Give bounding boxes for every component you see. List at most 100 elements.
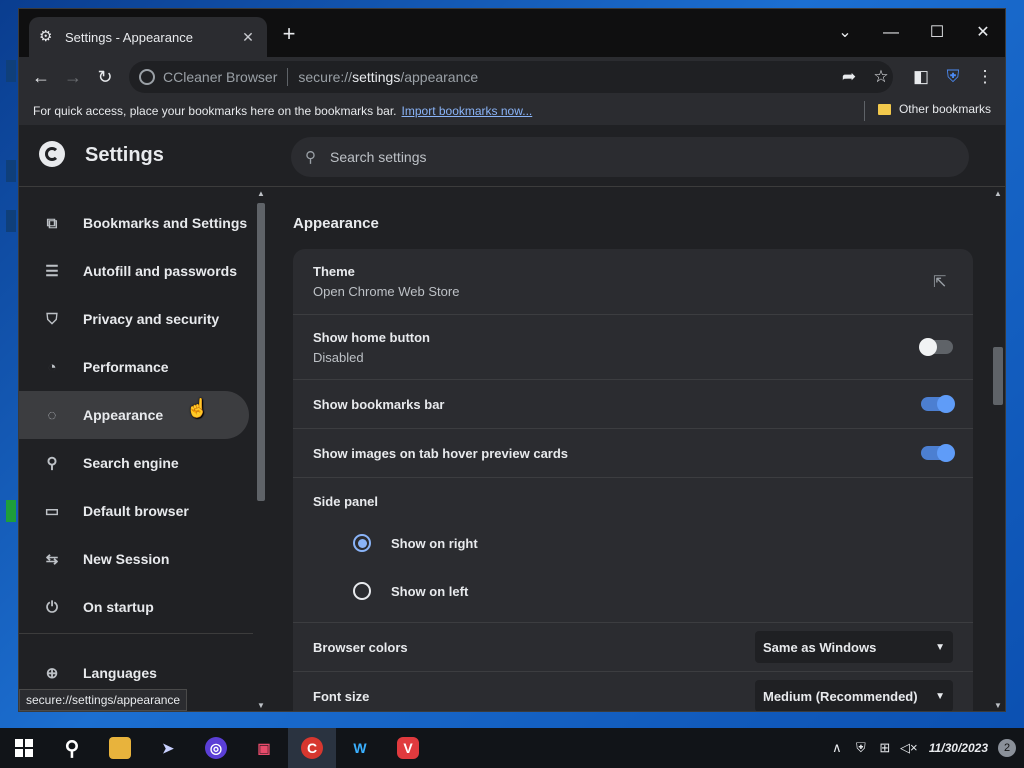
bookmark-star-icon[interactable]: ☆ [869, 65, 893, 89]
new-tab-button[interactable]: + [277, 23, 301, 47]
back-button[interactable]: ← [27, 63, 55, 91]
home-button-row: Show home button Disabled [293, 315, 973, 380]
side-panel-left-label: Show on left [391, 583, 469, 599]
taskbar-search-button[interactable]: ⚲ [48, 728, 96, 768]
desktop-icon-fragment [6, 60, 16, 82]
sidebar-scrollbar[interactable]: ▲ ▼ [255, 187, 267, 711]
side-panel-icon[interactable]: ◧ [909, 65, 933, 89]
bookmark-icon: ⧉ [46, 214, 58, 232]
tab-hover-toggle[interactable] [921, 444, 955, 462]
taskbar-app-globe[interactable]: ◎ [192, 728, 240, 768]
external-link-icon[interactable]: ⇱ [933, 272, 953, 292]
taskbar-app-ccleaner[interactable]: C [288, 728, 336, 768]
sidebar-item-appearance[interactable]: ◌ Appearance [19, 391, 249, 439]
other-bookmarks-button[interactable]: Other bookmarks [877, 102, 991, 116]
sidebar-item-autofill[interactable]: ☰ Autofill and passwords [19, 247, 249, 295]
taskbar-app-arrow[interactable]: ➤ [144, 728, 192, 768]
settings-search[interactable]: ⚲ [291, 137, 969, 177]
side-panel-left-option[interactable]: Show on left [313, 567, 953, 615]
main-scroll-thumb[interactable] [993, 347, 1003, 405]
palette-icon: ◌ [47, 406, 57, 424]
minimize-button[interactable]: — [873, 17, 909, 49]
font-size-select[interactable]: Medium (Recommended) ▼ [755, 680, 953, 711]
close-tab-icon[interactable]: ✕ [239, 29, 257, 46]
sidebar-item-label: Privacy and security [83, 311, 220, 327]
sidebar-item-performance[interactable]: ◔ Performance [19, 343, 249, 391]
active-tab[interactable]: ⚙ Settings - Appearance ✕ [29, 17, 267, 57]
sidebar-scroll-thumb[interactable] [257, 203, 265, 501]
settings-sidebar: ⧉ Bookmarks and Settings ☰ Autofill and … [19, 187, 267, 711]
tab-hover-row: Show images on tab hover preview cards [293, 429, 973, 478]
pointer-app-icon: ➤ [162, 739, 174, 756]
bookmarks-bar-toggle[interactable] [921, 395, 955, 413]
sidebar-item-on-startup[interactable]: ⏻ On startup [19, 583, 249, 631]
taskbar-app-recorder[interactable]: ▣ [240, 728, 288, 768]
menu-kebab-icon[interactable]: ⋮ [973, 65, 997, 89]
ccleaner-icon [139, 69, 155, 85]
taskbar-app-w[interactable]: W [336, 728, 384, 768]
ccleaner-logo-icon [39, 141, 65, 167]
sidebar-item-default-browser[interactable]: ▭ Default browser [19, 487, 249, 535]
notification-badge[interactable]: 2 [998, 739, 1016, 757]
sidebar-item-bookmarks[interactable]: ⧉ Bookmarks and Settings [19, 199, 249, 247]
reload-button[interactable]: ↻ [91, 63, 119, 91]
share-icon[interactable]: ➦ [837, 65, 861, 89]
dropdown-caret-icon: ▼ [935, 641, 945, 653]
scroll-down-arrow-icon[interactable]: ▼ [993, 701, 1003, 710]
browser-brand-label: CCleaner Browser [163, 69, 278, 85]
scroll-up-arrow-icon[interactable]: ▲ [993, 189, 1003, 198]
taskbar-app-vivaldi[interactable]: V [384, 728, 432, 768]
browser-colors-select[interactable]: Same as Windows ▼ [755, 631, 953, 663]
sidebar-divider [19, 633, 253, 634]
network-icon[interactable]: ⊞ [873, 740, 897, 756]
radio-unchecked-icon[interactable] [353, 582, 371, 600]
close-window-button[interactable]: ✕ [965, 17, 1001, 49]
start-button[interactable] [0, 728, 48, 768]
sidebar-item-privacy[interactable]: ⛉ Privacy and security [19, 295, 249, 343]
bookmarks-bar: For quick access, place your bookmarks h… [19, 97, 1005, 125]
home-button-label: Show home button [313, 329, 430, 345]
file-explorer-button[interactable] [96, 728, 144, 768]
maximize-button[interactable]: ☐ [919, 17, 955, 49]
import-bookmarks-link[interactable]: Import bookmarks now... [402, 104, 533, 118]
power-icon: ⏻ [46, 598, 58, 616]
recorder-icon: ▣ [257, 739, 271, 756]
scroll-down-arrow-icon[interactable]: ▼ [257, 701, 265, 710]
volume-muted-icon[interactable]: ◁× [897, 740, 921, 756]
desktop-icon-fragment [6, 210, 16, 232]
other-bookmarks-label: Other bookmarks [898, 102, 991, 116]
font-size-row: Font size Medium (Recommended) ▼ [293, 672, 973, 711]
bookmarks-bar-label: Show bookmarks bar [313, 396, 445, 412]
system-tray: ∧ ⛨ ⊞ ◁× 11/30/2023 2 [825, 728, 1024, 768]
search-input[interactable] [330, 149, 910, 165]
theme-label: Theme [313, 264, 355, 279]
scroll-up-arrow-icon[interactable]: ▲ [257, 189, 265, 198]
side-panel-right-option[interactable]: Show on right [313, 519, 953, 567]
tab-title: Settings - Appearance [65, 29, 193, 45]
security-tray-icon[interactable]: ⛨ [849, 740, 873, 756]
folder-icon [877, 103, 891, 115]
sidebar-item-label: Default browser [83, 503, 189, 519]
theme-sublabel: Open Chrome Web Store [313, 284, 460, 299]
gauge-icon: ◔ [47, 358, 57, 376]
tab-search-chevron-icon[interactable]: ⌄ [827, 17, 863, 49]
home-button-toggle[interactable] [919, 338, 953, 356]
chevron-up-icon[interactable]: ∧ [825, 740, 849, 756]
sidebar-item-label: Autofill and passwords [83, 263, 238, 279]
list-icon: ☰ [45, 263, 59, 280]
security-shield-icon[interactable]: ⛨ [941, 65, 965, 89]
sidebar-item-search-engine[interactable]: ⚲ Search engine [19, 439, 249, 487]
sidebar-item-label: Search engine [83, 455, 179, 471]
main-scrollbar[interactable]: ▲ ▼ [991, 187, 1005, 711]
sidebar-item-new-session[interactable]: ⇆ New Session [19, 535, 249, 583]
side-panel-row: Side panel Show on right Show on left [293, 478, 973, 623]
radio-checked-icon[interactable] [353, 534, 371, 552]
clock-date[interactable]: 11/30/2023 [929, 741, 988, 755]
font-size-label: Font size [313, 688, 370, 704]
desktop-icon-fragment [6, 160, 16, 182]
forward-button[interactable]: → [59, 63, 87, 91]
address-bar[interactable]: CCleaner Browser secure://settings/appea… [129, 61, 893, 93]
theme-row[interactable]: Theme Open Chrome Web Store ⇱ [293, 249, 973, 315]
globe-app-icon: ◎ [205, 737, 227, 759]
home-button-sublabel: Disabled [313, 349, 364, 365]
